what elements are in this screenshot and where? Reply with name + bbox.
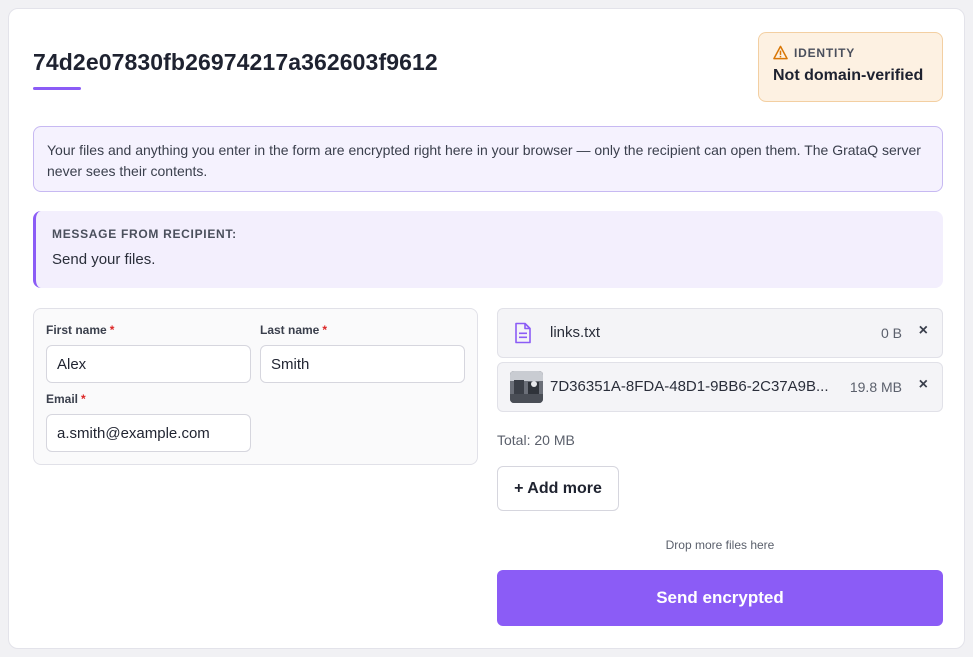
first-name-label: First name * [46,323,251,339]
first-name-label-text: First name [46,323,107,337]
file-name: 7D36351A-8FDA-48D1-9BB6-2C37A9B... [550,378,829,395]
email-label: Email * [46,392,251,408]
file-item-links-txt: links.txt 0 B × [497,308,943,358]
recipient-message: MESSAGE FROM RECIPIENT: Send your files. [33,211,943,288]
first-name-input[interactable] [46,345,251,383]
image-thumbnail [510,371,543,403]
message-label: MESSAGE FROM RECIPIENT: [52,227,237,241]
send-encrypted-button[interactable]: Send encrypted [497,570,943,626]
upload-card: 74d2e07830fb26974217a362603f9612 IDENTIT… [8,8,965,649]
encryption-notice: Your files and anything you enter in the… [33,126,943,192]
last-name-field-group: Last name * [260,323,465,383]
email-input[interactable] [46,414,251,452]
file-size: 0 B [880,325,902,341]
file-name: links.txt [550,324,601,341]
identity-badge: IDENTITY Not domain-verified [758,32,943,102]
total-size: Total: 20 MB [497,432,575,448]
warning-icon [773,45,788,60]
text-file-icon [514,322,532,344]
page-title: 74d2e07830fb26974217a362603f9612 [33,49,438,75]
required-mark: * [81,392,86,406]
required-mark: * [322,323,328,337]
email-field-group: Email * [46,392,251,452]
last-name-label: Last name * [260,323,465,339]
last-name-input[interactable] [260,345,465,383]
sender-form: First name* Last name* Email* [33,308,478,465]
remove-file-button[interactable]: × [919,322,928,340]
drop-zone-hint[interactable]: Drop more files here [497,538,943,552]
add-more-button[interactable]: + Add more [497,466,619,511]
first-name-field-group: First name * [46,323,251,383]
email-label-text: Email [46,392,79,406]
identity-status: Not domain-verified [773,67,924,84]
remove-file-button[interactable]: × [919,376,928,394]
identity-label: IDENTITY [794,45,856,60]
last-name-label-text: Last name [260,323,320,337]
message-text: Send your files. [52,251,156,268]
required-mark: * [109,323,115,337]
file-size: 19.8 MB [849,379,902,395]
title-underline [33,87,81,90]
file-item-image: 7D36351A-8FDA-48D1-9BB6-2C37A9B... 19.8 … [497,362,943,412]
